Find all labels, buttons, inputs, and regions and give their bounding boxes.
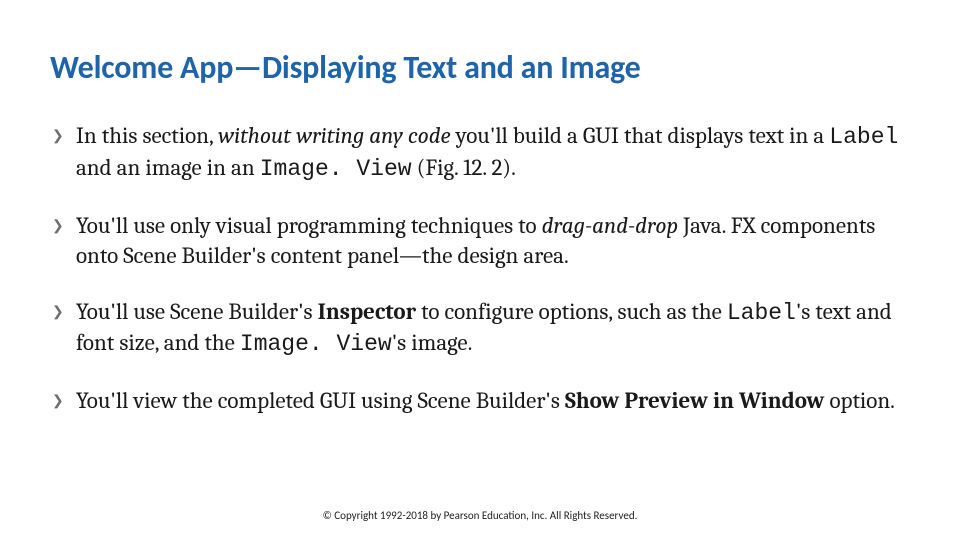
bullet-item: ❯ You'll use only visual programming tec… [50, 211, 910, 271]
bullet-code: Label [727, 300, 796, 326]
copyright-footer: © Copyright 1992-2018 by Pearson Educati… [0, 509, 960, 522]
bullet-item: ❯ You'll view the completed GUI using Sc… [50, 386, 910, 416]
bullet-icon: ❯ [52, 126, 64, 144]
bullet-text: option. [824, 387, 895, 414]
bullet-text: You'll use Scene Builder's [76, 298, 318, 325]
bullet-code: Image. View [240, 331, 392, 357]
slide: Welcome App—Displaying Text and an Image… [0, 0, 960, 540]
bullet-text: and an image in an [76, 154, 260, 181]
bullet-text: to configure options, such as the [416, 298, 727, 325]
bullet-list: ❯ In this section, without writing any c… [50, 121, 910, 416]
bullet-code: Image. View [260, 156, 412, 182]
bullet-code: Label [829, 124, 898, 150]
bullet-text: 's image. [392, 329, 473, 356]
bullet-text: You'll use only visual programming techn… [76, 212, 542, 239]
bullet-text: you'll build a GUI that displays text in… [451, 122, 830, 149]
bullet-text: In this section, [76, 122, 218, 149]
bullet-bold: Show Preview in Window [565, 387, 824, 414]
bullet-icon: ❯ [52, 391, 64, 409]
bullet-icon: ❯ [52, 216, 64, 234]
bullet-bold: Inspector [318, 298, 416, 325]
bullet-icon: ❯ [52, 302, 64, 320]
bullet-text: (Fig. 12. 2). [412, 154, 516, 181]
bullet-text: You'll view the completed GUI using Scen… [76, 387, 565, 414]
bullet-italic: drag-and-drop [542, 212, 678, 239]
slide-title: Welcome App—Displaying Text and an Image [50, 48, 910, 87]
bullet-item: ❯ You'll use Scene Builder's Inspector t… [50, 297, 910, 361]
bullet-item: ❯ In this section, without writing any c… [50, 121, 910, 185]
bullet-italic: without writing any code [218, 122, 450, 149]
